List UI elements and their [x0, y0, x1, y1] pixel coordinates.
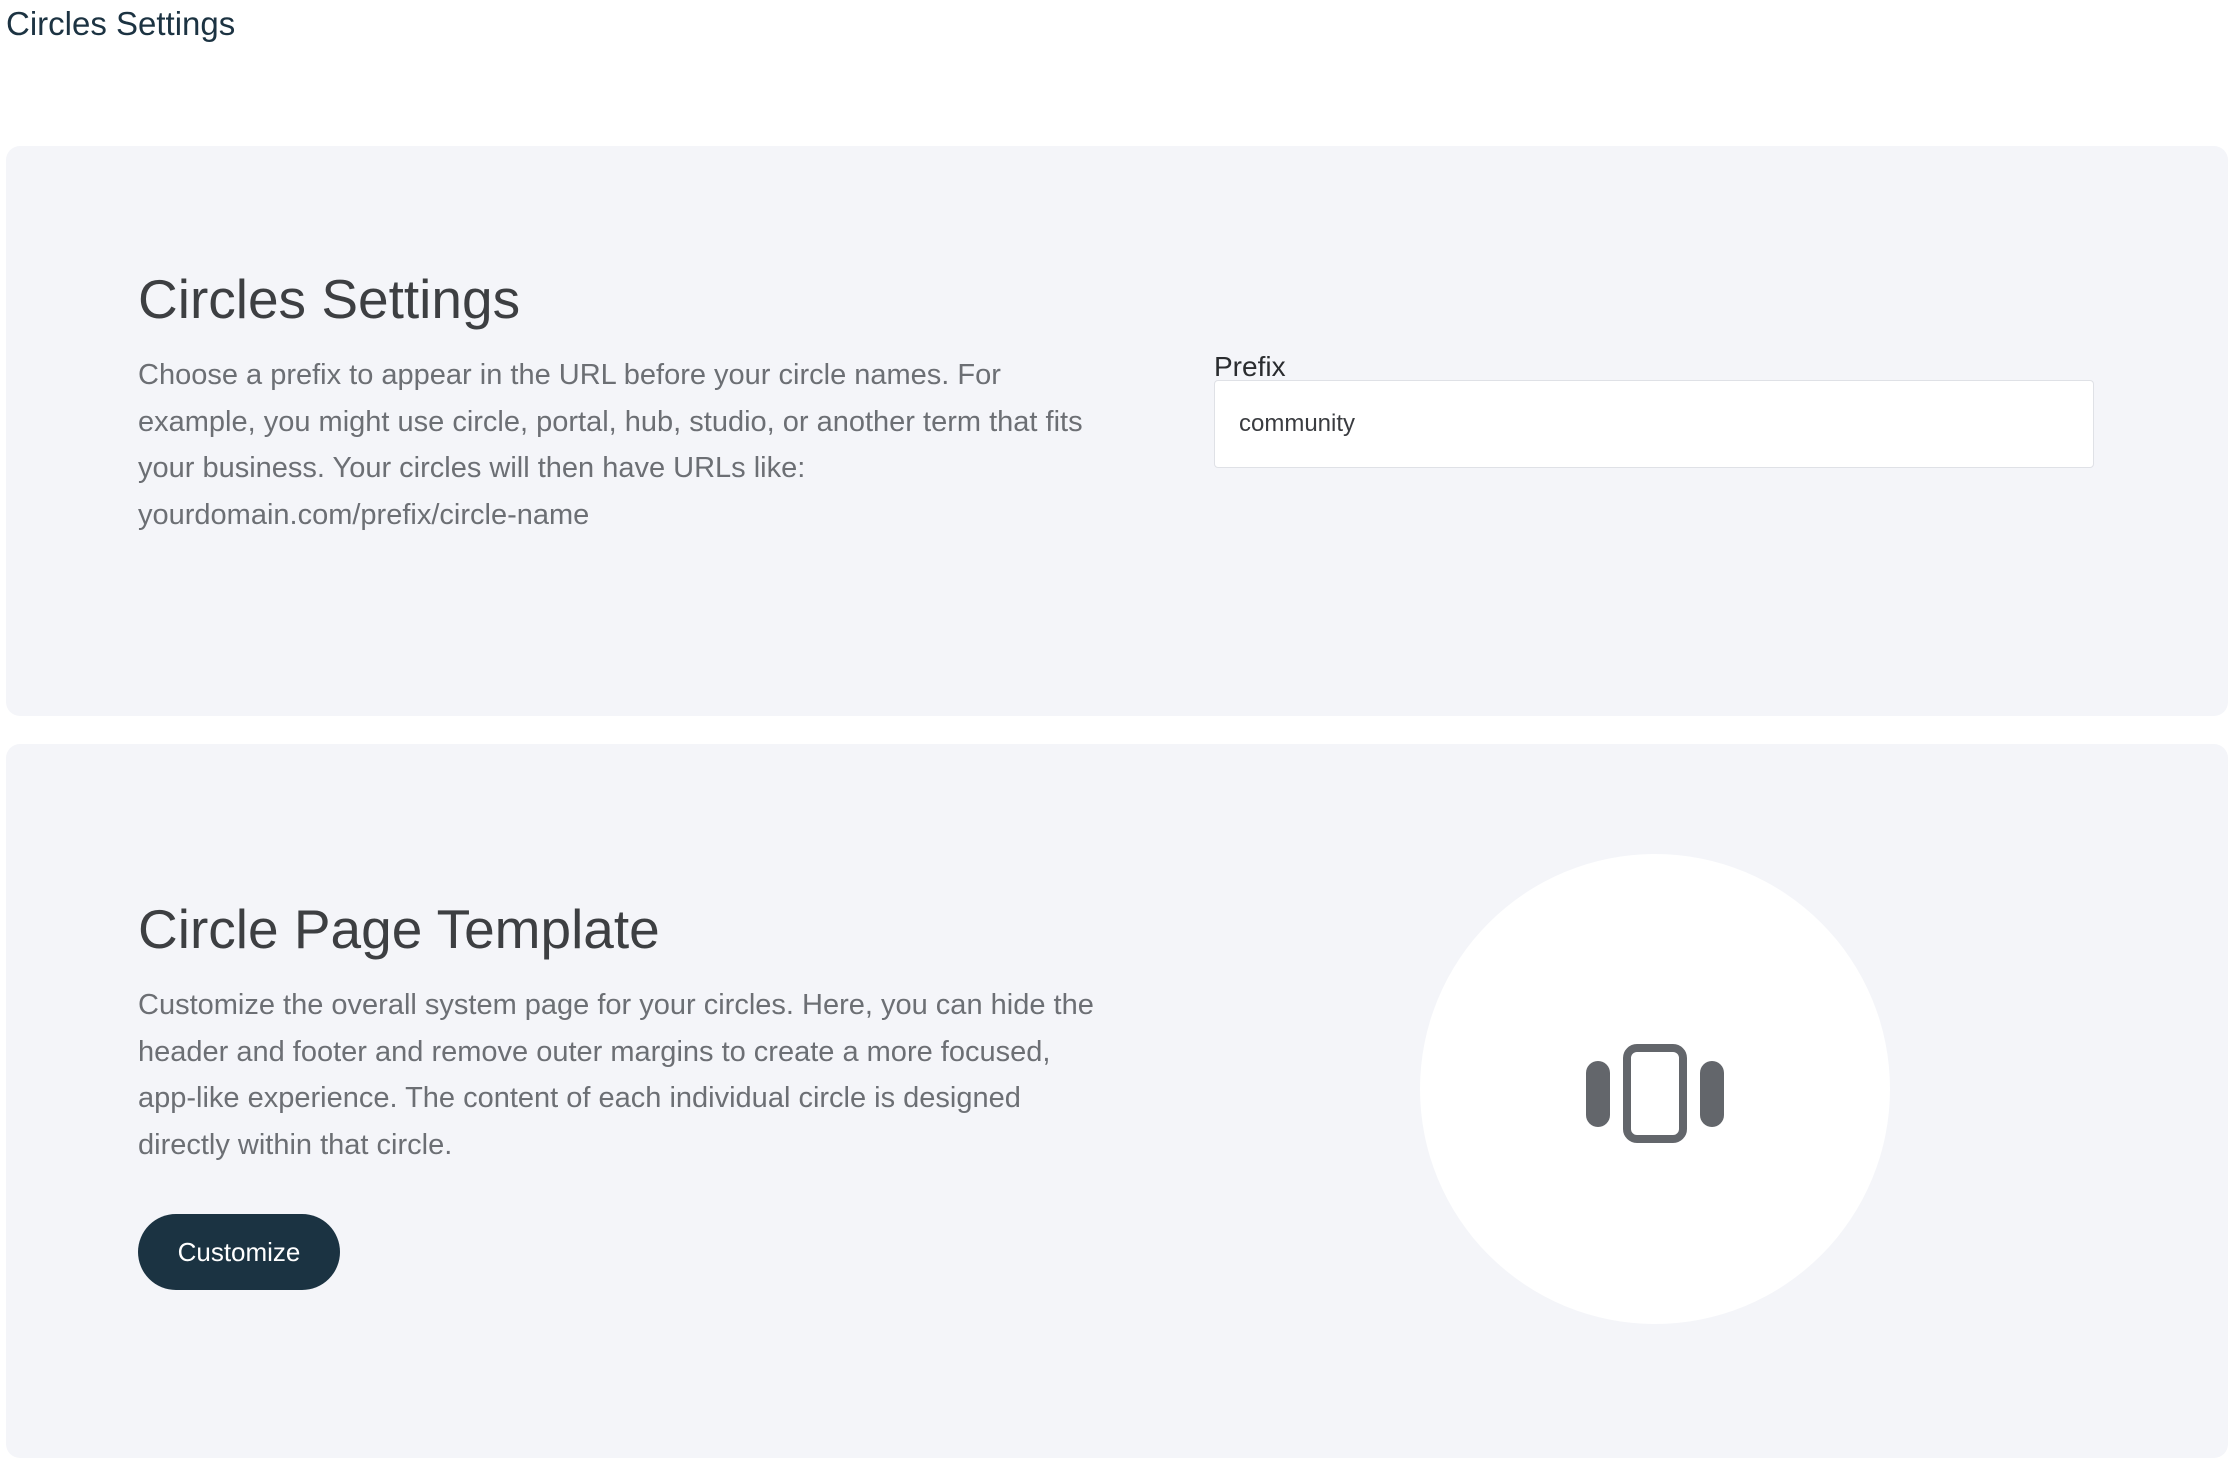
prefix-label: Prefix [1214, 351, 1286, 382]
circle-page-template-title: Circle Page Template [138, 898, 660, 960]
circle-page-template-description: Customize the overall system page for yo… [138, 989, 1094, 1161]
template-illustration [1420, 854, 1890, 1324]
page-title: Circles Settings [6, 5, 236, 42]
circles-settings-description: Choose a prefix to appear in the URL bef… [138, 359, 1083, 531]
carousel-icon [1586, 1044, 1724, 1143]
circles-settings-title: Circles Settings [138, 268, 521, 330]
customize-button[interactable]: Customize [138, 1214, 340, 1290]
circles-settings-panel: Circles Settings Choose a prefix to appe… [6, 146, 2228, 716]
prefix-input[interactable] [1214, 380, 2094, 468]
circle-page-template-panel: Circle Page Template Customize the overa… [6, 744, 2228, 1458]
